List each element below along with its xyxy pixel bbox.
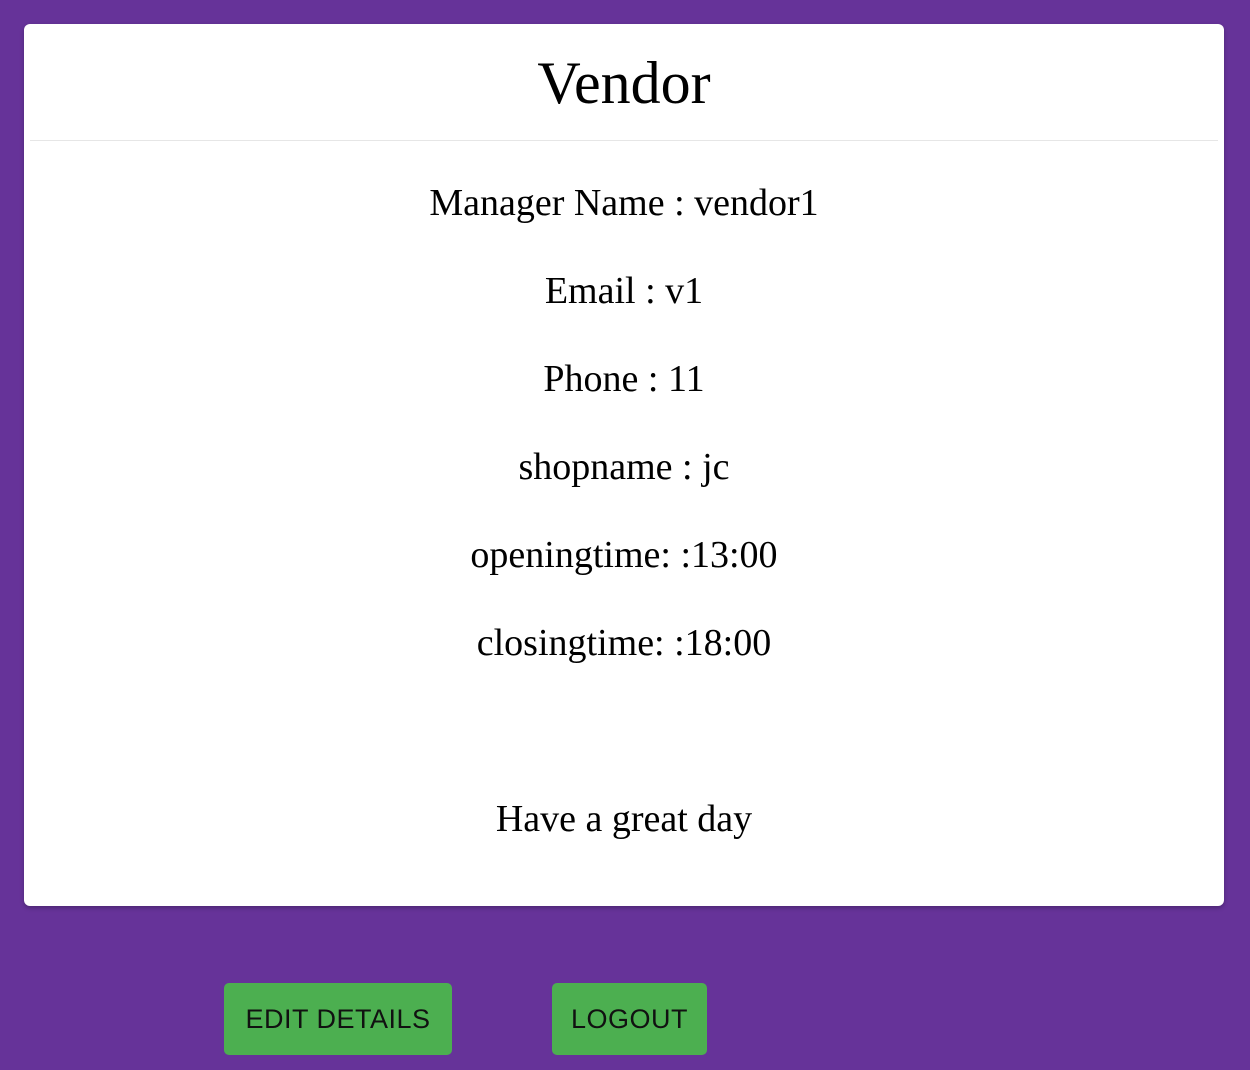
greeting-text: Have a great day xyxy=(495,798,753,840)
vendor-card: Vendor Manager Name : vendor1 Email : v1… xyxy=(24,24,1224,906)
logout-button[interactable]: LOGOUT xyxy=(552,983,707,1055)
opening-time-text: openingtime: :13:00 xyxy=(470,534,778,576)
manager-name-text: Manager Name : vendor1 xyxy=(429,182,819,224)
closing-time-text: closingtime: :18:00 xyxy=(476,622,772,664)
title-divider xyxy=(30,140,1218,141)
edit-details-button[interactable]: EDIT DETAILS xyxy=(224,983,452,1055)
email-text: Email : v1 xyxy=(544,270,704,312)
phone-text: Phone : 11 xyxy=(543,358,705,400)
page-title: Vendor xyxy=(537,50,711,116)
shopname-text: shopname : jc xyxy=(518,446,730,488)
